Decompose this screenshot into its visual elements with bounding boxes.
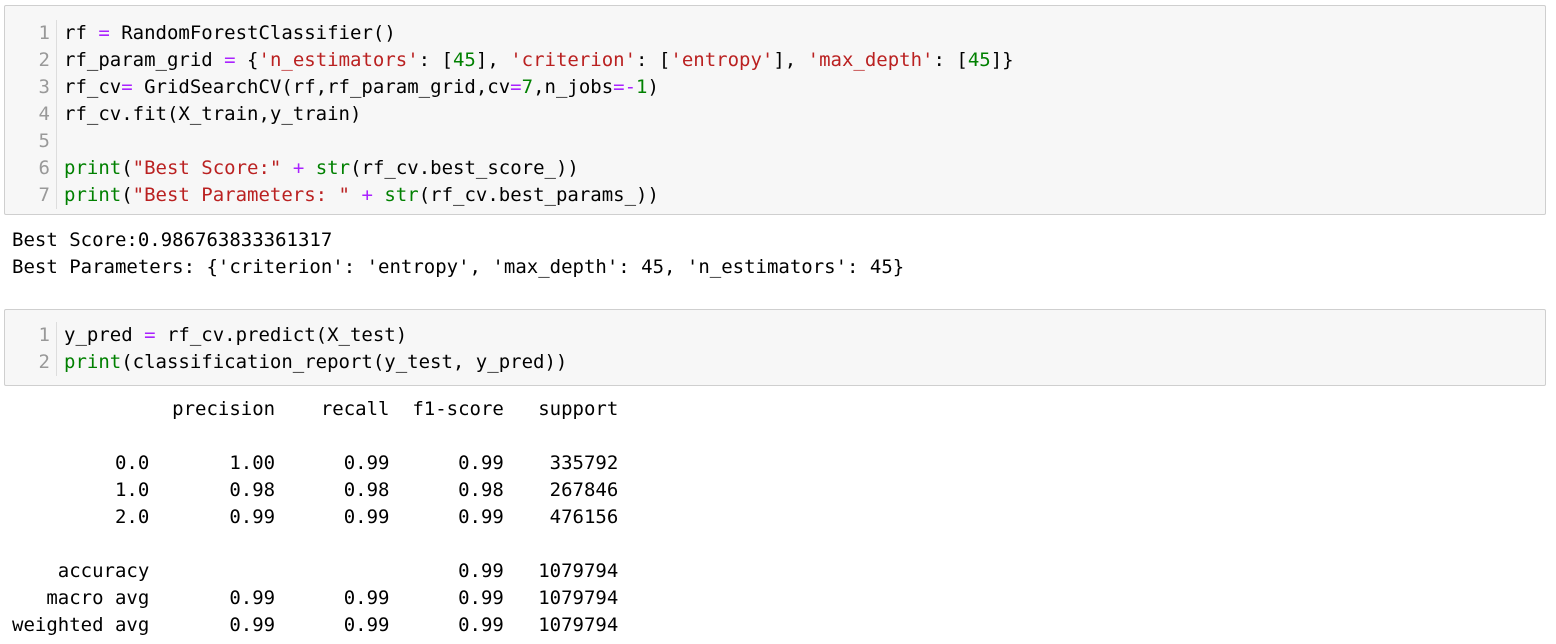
code-token: (rf_cv.best_score_)) [350,157,579,179]
code-token: ( [121,157,133,179]
code-line[interactable]: 1 y_pred = rf_cv.predict(X_test) [5,322,1545,349]
code-token: str [384,184,419,206]
code-token: 1 [636,76,648,98]
code-line[interactable]: 4 rf_cv.fit(X_train,y_train) [5,101,1545,128]
code-line[interactable]: 2 print(classification_report(y_test, y_p… [5,349,1545,376]
code-token: ]} [990,49,1014,71]
code-token: { [235,49,259,71]
code-token: 'criterion' [510,49,637,71]
code-token: = [98,22,110,44]
code-token: rf_cv.predict(X_test) [155,324,408,346]
output-line: weighted avg 0.99 0.99 0.99 1079794 [12,614,619,636]
code-line[interactable]: 5 [5,128,1545,155]
line-number: 6 [5,155,57,182]
code-cell-1[interactable]: 1 rf = RandomForestClassifier() 2 rf_param_… [4,5,1546,215]
code-text[interactable]: rf_cv.fit(X_train,y_train) [57,101,361,128]
output-line: Best Score:0.986763833361317 [12,229,333,251]
code-token: "Best Parameters: " [132,184,350,206]
line-number: 2 [5,349,57,376]
code-token: = [510,76,522,98]
code-token: 7 [521,76,534,98]
code-text[interactable]: y_pred = rf_cv.predict(X_test) [57,322,407,349]
code-token: 'max_depth' [807,49,934,71]
code-token: 45 [452,49,476,71]
code-token: (classification_report(y_test, y_pred)) [121,351,568,373]
cell-2-output: precision recall f1-score support 0.0 1.… [12,396,618,639]
code-token: : [ [418,49,453,71]
code-token: ], [773,49,808,71]
code-token: : [ [636,49,671,71]
output-line: precision recall f1-score support [12,398,619,420]
code-line[interactable]: 1 rf = RandomForestClassifier() [5,20,1545,47]
code-token: ) [647,76,659,98]
code-text[interactable]: rf = RandomForestClassifier() [57,20,396,47]
code-token: =- [613,76,637,98]
code-token: y_pred [64,324,145,346]
code-token: "Best Score:" [132,157,282,179]
code-token: print [64,351,122,373]
code-token: ( [121,184,133,206]
code-text[interactable]: print("Best Parameters: " + str(rf_cv.be… [57,182,659,209]
code-text[interactable]: print(classification_report(y_test, y_pr… [57,349,567,376]
code-token: rf_param_grid [64,49,225,71]
line-number: 1 [5,20,57,47]
line-number: 5 [5,128,57,155]
code-line[interactable]: 7 print("Best Parameters: " + str(rf_cv.b… [5,182,1545,209]
code-line[interactable]: 3 rf_cv= GridSearchCV(rf,rf_param_grid,cv… [5,74,1545,101]
line-number: 3 [5,74,57,101]
code-token: rf_cv.fit(X_train,y_train) [64,103,362,125]
output-line: 0.0 1.00 0.99 0.99 335792 [12,452,619,474]
output-line: accuracy 0.99 1079794 [12,560,619,582]
code-token: RandomForestClassifier() [109,22,396,44]
code-token: + [292,157,305,179]
code-token: ,n_jobs [533,76,614,98]
code-token: ], [475,49,511,71]
code-text[interactable] [57,128,64,155]
line-number: 7 [5,182,57,209]
code-token: 'n_estimators' [258,49,419,71]
output-line: macro avg 0.99 0.99 0.99 1079794 [12,587,619,609]
code-token: 45 [967,49,991,71]
code-line[interactable]: 2 rf_param_grid = {'n_estimators': [45], … [5,47,1545,74]
line-number: 2 [5,47,57,74]
code-token: = [121,76,133,98]
line-number: 1 [5,322,57,349]
code-token: str [315,157,351,179]
code-token: : [ [933,49,968,71]
code-token: print [64,184,122,206]
code-token: rf [64,22,99,44]
line-number: 4 [5,101,57,128]
code-token: print [64,157,122,179]
code-text[interactable]: rf_cv= GridSearchCV(rf,rf_param_grid,cv=… [57,74,659,101]
code-token: (rf_cv.best_params_)) [418,184,659,206]
code-token: 'entropy' [670,49,774,71]
output-line: Best Parameters: {'criterion': 'entropy'… [12,256,905,278]
code-text[interactable]: rf_param_grid = {'n_estimators': [45], '… [57,47,1014,74]
cell-1-output: Best Score:0.986763833361317 Best Paramet… [12,227,904,281]
code-cell-2[interactable]: 1 y_pred = rf_cv.predict(X_test) 2 print(cl… [4,309,1546,386]
code-token: + [361,184,373,206]
output-line: 1.0 0.98 0.98 0.98 267846 [12,479,619,501]
code-token: GridSearchCV(rf,rf_param_grid,cv [132,76,511,98]
code-line[interactable]: 6 print("Best Score:" + str(rf_cv.best_sc… [5,155,1545,182]
code-text[interactable]: print("Best Score:" + str(rf_cv.best_sco… [57,155,579,182]
output-line: 2.0 0.99 0.99 0.99 476156 [12,506,619,528]
code-token: = [144,324,156,346]
code-token: rf_cv [64,76,122,98]
code-token: = [224,49,236,71]
